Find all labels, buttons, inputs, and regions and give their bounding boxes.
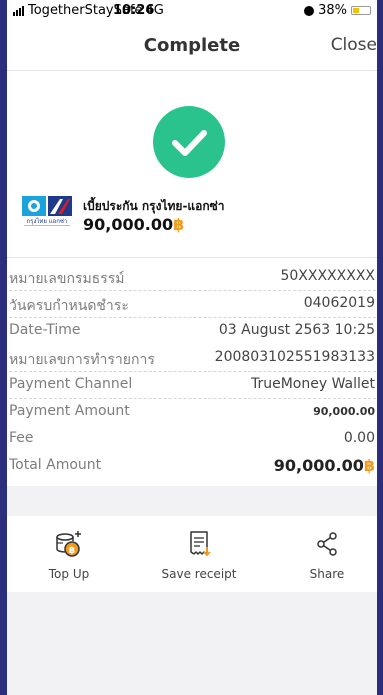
detail-row-date-time: Date-Time 03 August 2563 10:25 <box>9 322 375 338</box>
screen-frame-right <box>377 0 383 695</box>
battery-percent: 38% <box>318 3 347 18</box>
clock: 10:26 <box>113 3 155 18</box>
screen-frame-left <box>0 0 7 695</box>
signal-icon <box>13 5 24 16</box>
biller-info: กรุงไทย แอกซ่า เบี้ยประกัน กรุงไทย-แอกซ่… <box>7 191 377 257</box>
receipt-card: กรุงไทย แอกซ่า เบี้ยประกัน กรุงไทย-แอกซ่… <box>7 71 377 486</box>
save-receipt-button[interactable]: Save receipt <box>149 529 249 581</box>
total-amount-row: Total Amount 90,000.00฿ <box>9 456 375 475</box>
biller-amount: 90,000.00฿ <box>83 215 185 234</box>
top-up-label: Top Up <box>48 567 90 581</box>
app-screen: TogetherStaySafe 4G 10:26 38% Complete C… <box>7 0 377 695</box>
baht-symbol: ฿ <box>363 456 375 475</box>
action-bar: ฿ Top Up Save receipt Share <box>7 516 377 592</box>
share-icon <box>277 529 377 559</box>
detail-row-policy-number: หมายเลขกรมธรรม์ 50XXXXXXXX <box>9 264 376 291</box>
fee-row: Fee 0.00 <box>9 430 375 446</box>
battery-icon <box>351 6 371 15</box>
check-icon <box>153 106 225 178</box>
payment-amount-row: Payment Amount 90,000.00 <box>9 403 375 419</box>
close-button[interactable]: Close <box>331 35 377 55</box>
svg-text:฿: ฿ <box>69 546 75 556</box>
do-not-disturb-icon <box>304 5 315 16</box>
detail-row-payment-channel: Payment Channel TrueMoney Wallet <box>9 372 376 399</box>
status-bar: TogetherStaySafe 4G 10:26 38% <box>7 0 377 22</box>
page-title: Complete <box>143 35 241 56</box>
receipt-download-icon <box>149 529 249 559</box>
detail-row-transaction-id: หมายเลขการทำรายการ 200803102551983133 <box>9 345 376 372</box>
share-button[interactable]: Share <box>277 529 377 581</box>
biller-name: เบี้ยประกัน กรุงไทย-แอกซ่า <box>83 199 225 213</box>
baht-symbol: ฿ <box>173 215 185 234</box>
top-up-button[interactable]: ฿ Top Up <box>19 529 119 581</box>
biller-logo: กรุงไทย แอกซ่า <box>22 196 72 226</box>
nav-bar: Complete Close <box>7 22 377 71</box>
detail-row-due-date: วันครบกำหนดชำระ 04062019 <box>9 291 376 318</box>
coins-topup-icon: ฿ <box>19 529 119 559</box>
save-receipt-label: Save receipt <box>161 567 237 581</box>
biller-logo-text: กรุงไทย แอกซ่า <box>27 217 68 225</box>
details-list: หมายเลขกรมธรรม์ 50XXXXXXXX วันครบกำหนดชำ… <box>7 258 377 486</box>
share-label: Share <box>309 567 345 581</box>
